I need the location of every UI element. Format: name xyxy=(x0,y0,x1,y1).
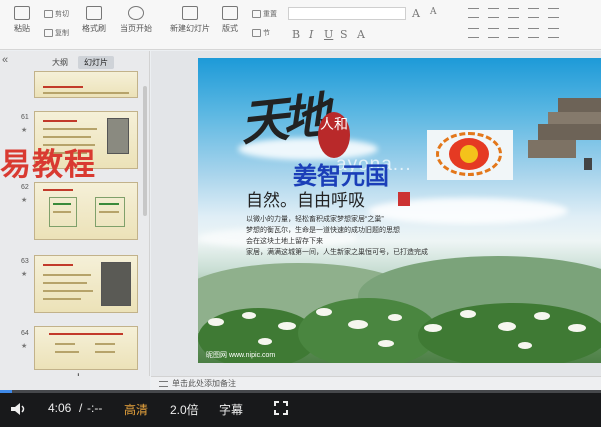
star-icon: ★ xyxy=(21,197,28,204)
outdent-icon[interactable] xyxy=(528,8,539,18)
format-painter-icon xyxy=(86,6,102,20)
bold-button[interactable]: B xyxy=(292,28,300,41)
paste-button[interactable]: 粘贴 xyxy=(14,6,30,34)
notes-icon xyxy=(159,380,168,387)
from-start-label: 当页开始 xyxy=(120,24,152,33)
tab-slides[interactable]: 幻灯片 xyxy=(78,56,114,69)
speed-button[interactable]: 2.0倍 xyxy=(170,401,199,418)
slide-number: 61 xyxy=(21,114,29,121)
collapse-icon[interactable]: « xyxy=(2,54,8,66)
taiji-icon xyxy=(449,138,489,170)
calligraphy-title: 天地 xyxy=(237,87,328,153)
align-right-icon[interactable] xyxy=(508,28,519,38)
time-total: -:-- xyxy=(87,401,103,415)
reset-button[interactable]: 重置 xyxy=(252,9,277,19)
italic-button[interactable]: I xyxy=(309,28,313,41)
slides-scrollbar[interactable] xyxy=(143,86,147,216)
cut-icon xyxy=(44,10,53,18)
slide-number: 62 xyxy=(21,184,29,191)
from-start-button[interactable]: 当页开始 xyxy=(120,6,152,34)
shrink-font-button[interactable]: A xyxy=(430,7,437,17)
layout-button[interactable]: 版式 xyxy=(222,6,238,34)
tab-outline[interactable]: 大纲 xyxy=(46,56,74,69)
fullscreen-icon[interactable] xyxy=(274,401,288,415)
font-name-select[interactable] xyxy=(288,7,406,20)
star-icon: ★ xyxy=(21,343,28,350)
slide-number: 64 xyxy=(21,330,29,337)
shadow-button[interactable]: S xyxy=(340,28,348,41)
image-credit: 昵图网 www.nipic.com xyxy=(206,352,276,359)
paste-label: 粘贴 xyxy=(14,24,30,33)
pane-footer xyxy=(0,376,150,390)
notes-placeholder: 单击此处添加备注 xyxy=(172,379,236,388)
align-left-icon[interactable] xyxy=(468,28,479,38)
slide-number: 63 xyxy=(21,258,29,265)
cut-label: 剪切 xyxy=(55,11,69,18)
copy-icon xyxy=(44,29,53,37)
para-line: 家居，满满这城第一间，人生新家之巢恒可号，已打造完成 xyxy=(246,249,428,256)
time-current: 4:06 xyxy=(48,401,72,415)
format-painter-label: 格式刷 xyxy=(82,24,106,33)
pane-tabs: 大纲 幻灯片 xyxy=(10,55,146,70)
layout-icon xyxy=(222,6,238,20)
subtitle-button[interactable]: 字幕 xyxy=(219,401,243,418)
reset-icon xyxy=(252,10,261,18)
numbered-list-icon[interactable] xyxy=(488,8,499,18)
reset-label: 重置 xyxy=(263,11,277,18)
format-painter-button[interactable]: 格式刷 xyxy=(82,6,106,34)
slide-thumbnail-64[interactable] xyxy=(34,326,138,370)
cut-button[interactable]: 剪切 xyxy=(44,9,69,19)
star-icon: ★ xyxy=(21,271,28,278)
para-line: 会在这块土地上留存下来 xyxy=(246,238,323,245)
para-line: 梦想的衡瓦尔，生命是一道快速的成功旧题的思想 xyxy=(246,227,400,234)
section-label: 节 xyxy=(263,30,270,37)
para-line: 以微小的力量，轻松畜积成家梦想家居“之巢” xyxy=(246,216,384,223)
align-center-icon[interactable] xyxy=(488,28,499,38)
small-seal-icon xyxy=(398,192,410,206)
time-separator: / xyxy=(79,401,83,415)
new-slide-button[interactable]: 新建幻灯片 xyxy=(170,6,210,34)
justify-icon[interactable] xyxy=(528,28,539,38)
slide-thumbnail-63[interactable] xyxy=(34,255,138,313)
line-spacing-icon[interactable] xyxy=(548,8,559,18)
slide-thumbnail-62[interactable] xyxy=(34,182,138,240)
star-icon: ★ xyxy=(21,127,28,134)
new-slide-icon xyxy=(182,6,198,20)
progress-track[interactable] xyxy=(0,390,601,393)
rock-decoration xyxy=(528,98,601,170)
current-slide[interactable]: 天地 人和 自然。自由呼吸 以微小的力量，轻松畜积成家梦想家居“之巢” 梦想的衡… xyxy=(198,58,601,363)
bullet-list-icon[interactable] xyxy=(468,8,479,18)
author-text: 姜智元国 xyxy=(293,162,389,190)
indent-icon[interactable] xyxy=(508,8,519,18)
play-icon xyxy=(128,6,144,20)
slide-paragraph: 以微小的力量，轻松畜积成家梦想家居“之巢” 梦想的衡瓦尔，生命是一道快速的成功旧… xyxy=(246,214,476,258)
notes-bar[interactable]: 单击此处添加备注 xyxy=(151,376,601,390)
slide-thumbnail-60[interactable] xyxy=(34,71,138,98)
copy-button[interactable]: 复制 xyxy=(44,28,69,38)
quality-button[interactable]: 高清 xyxy=(124,401,148,418)
overlay-text: 易教程 xyxy=(0,147,96,183)
ribbon-toolbar: 粘贴 剪切 复制 格式刷 当页开始 新建幻灯片 版式 重置 节 B I U S … xyxy=(0,0,601,50)
distribute-icon[interactable] xyxy=(548,28,559,38)
red-seal: 人和 xyxy=(318,112,350,158)
grow-font-button[interactable]: A xyxy=(412,7,420,20)
paste-icon xyxy=(14,6,30,20)
underline-button[interactable]: U xyxy=(324,28,333,41)
volume-icon[interactable] xyxy=(10,402,28,416)
paragraph-tools xyxy=(468,8,559,20)
section-icon xyxy=(252,29,261,37)
alignment-tools xyxy=(468,28,559,40)
progress-played xyxy=(0,390,13,393)
layout-label: 版式 xyxy=(222,24,238,33)
new-slide-label: 新建幻灯片 xyxy=(170,24,210,33)
font-color-button[interactable]: A xyxy=(357,28,365,41)
copy-label: 复制 xyxy=(55,30,69,37)
section-button[interactable]: 节 xyxy=(252,28,270,38)
